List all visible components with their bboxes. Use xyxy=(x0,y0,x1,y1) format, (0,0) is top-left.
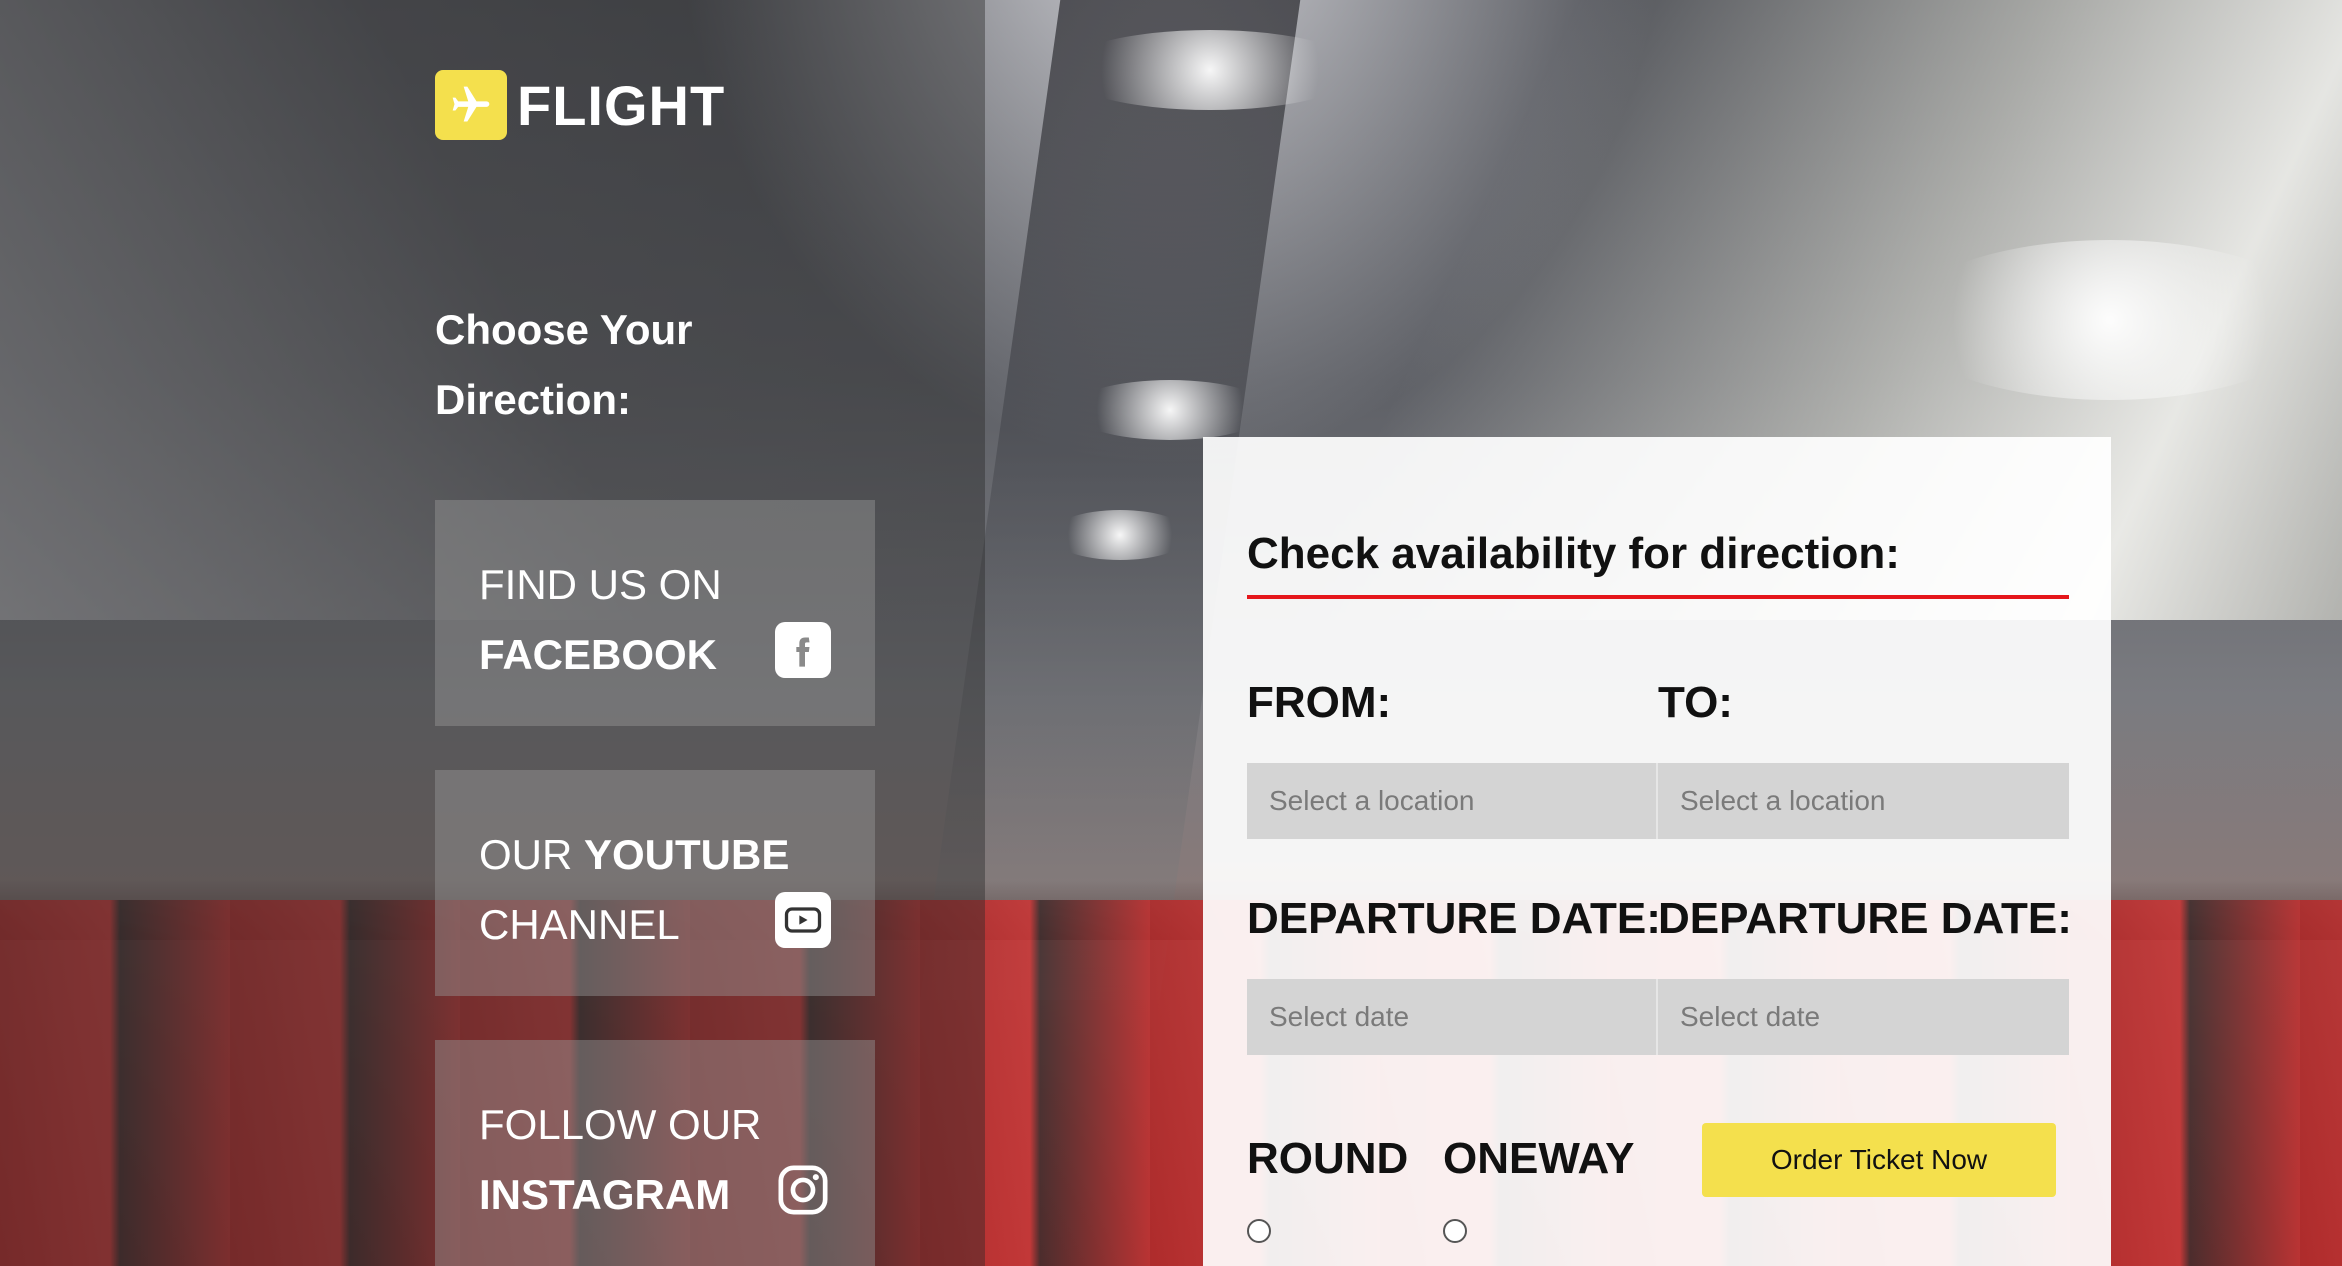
logo[interactable]: FLIGHT xyxy=(435,70,725,140)
page: FLIGHT Choose Your Direction: FIND US ON… xyxy=(0,0,2342,1266)
background-ceiling-light xyxy=(1060,30,1360,110)
location-labels-row: FROM: TO: xyxy=(1247,681,2069,725)
instagram-card-text: FOLLOW OUR xyxy=(479,1101,762,1148)
instagram-card-brand: INSTAGRAM xyxy=(479,1171,731,1218)
airplane-icon xyxy=(435,70,507,140)
background-ceiling-light xyxy=(1070,380,1270,440)
direction-heading: Choose Your Direction: xyxy=(435,306,693,423)
youtube-card[interactable]: OUR YOUTUBE CHANNEL xyxy=(435,770,875,996)
background-ceiling-light xyxy=(1900,240,2320,400)
to-label: TO: xyxy=(1658,678,1733,727)
youtube-card-text-2: CHANNEL xyxy=(479,901,680,948)
booking-panel: Check availability for direction: FROM: … xyxy=(1203,437,2111,1266)
booking-title: Check availability for direction: xyxy=(1247,529,2069,599)
round-trip-option: ROUND xyxy=(1247,1134,1409,1243)
instagram-card[interactable]: FOLLOW OUR INSTAGRAM xyxy=(435,1040,875,1266)
youtube-icon-svg xyxy=(784,907,822,933)
youtube-card-brand: YOUTUBE xyxy=(584,831,790,878)
logo-text: FLIGHT xyxy=(517,73,726,137)
date-inputs-row xyxy=(1247,979,2069,1055)
round-trip-radio[interactable] xyxy=(1247,1219,1271,1243)
facebook-card-text: FIND US ON xyxy=(479,561,722,608)
round-trip-label: ROUND xyxy=(1247,1134,1409,1183)
instagram-card-line1: FOLLOW OUR xyxy=(479,1090,831,1160)
facebook-icon[interactable] xyxy=(775,622,831,678)
background-ceiling-light xyxy=(1050,510,1190,560)
location-inputs-row xyxy=(1247,763,2069,839)
facebook-card-line1: FIND US ON xyxy=(479,550,831,620)
departure-date-label-left: DEPARTURE DATE: xyxy=(1247,894,1661,943)
instagram-icon[interactable] xyxy=(775,1162,831,1218)
instagram-icon-svg xyxy=(778,1165,828,1215)
to-location-input[interactable] xyxy=(1658,763,2069,839)
airplane-icon-svg xyxy=(452,86,490,122)
from-label: FROM: xyxy=(1247,678,1392,727)
oneway-trip-label: ONEWAY xyxy=(1443,1134,1635,1183)
departure-date-input-right[interactable] xyxy=(1658,979,2069,1055)
youtube-card-line1: OUR YOUTUBE xyxy=(479,820,831,890)
departure-date-label-right: DEPARTURE DATE: xyxy=(1658,894,2072,943)
date-labels-row: DEPARTURE DATE: DEPARTURE DATE: xyxy=(1247,894,2072,943)
oneway-trip-option: ONEWAY xyxy=(1443,1134,1635,1243)
oneway-trip-radio[interactable] xyxy=(1443,1219,1467,1243)
facebook-card[interactable]: FIND US ON FACEBOOK xyxy=(435,500,875,726)
departure-date-input-left[interactable] xyxy=(1247,979,1658,1055)
facebook-card-brand: FACEBOOK xyxy=(479,631,718,678)
facebook-icon-svg xyxy=(796,637,810,667)
trip-type-row: ROUND ONEWAY Order Ticket Now xyxy=(1247,1123,2069,1257)
from-location-input[interactable] xyxy=(1247,763,1658,839)
youtube-icon[interactable] xyxy=(775,892,831,948)
order-ticket-button[interactable]: Order Ticket Now xyxy=(1702,1123,2056,1197)
youtube-card-text: OUR xyxy=(479,831,584,878)
